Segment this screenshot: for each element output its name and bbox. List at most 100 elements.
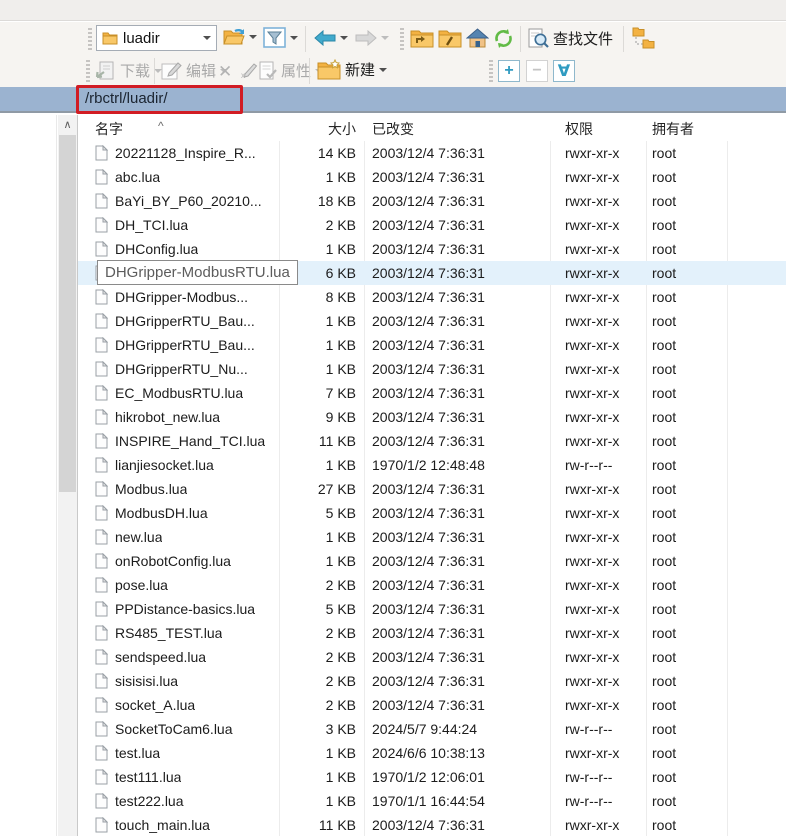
file-row[interactable]: EC_ModbusRTU.lua 7 KB 2003/12/4 7:36:31 …	[78, 381, 786, 405]
chevron-down-icon[interactable]	[290, 36, 298, 40]
select-filter-icon[interactable]: ∀	[553, 60, 575, 82]
file-size: 27 KB	[198, 477, 356, 501]
file-name[interactable]: pose.lua	[115, 573, 168, 597]
file-name[interactable]: test111.lua	[115, 765, 181, 789]
file-changed-date: 2003/12/4 7:36:31	[372, 813, 485, 836]
root-directory-button[interactable]	[438, 29, 462, 48]
file-row[interactable]: test111.lua 1 KB 1970/1/2 12:06:01 rw-r-…	[78, 765, 786, 789]
remote-path-combobox-value[interactable]: luadir	[123, 30, 203, 47]
chevron-down-icon[interactable]	[203, 36, 211, 40]
file-row[interactable]: ModbusDH.lua 5 KB 2003/12/4 7:36:31 rwxr…	[78, 501, 786, 525]
add-bookmark-button[interactable]: +	[498, 60, 520, 82]
file-name[interactable]: new.lua	[115, 525, 162, 549]
delete-x-icon: ✕	[218, 62, 232, 82]
file-size: 14 KB	[198, 141, 356, 165]
file-row[interactable]: sisisisi.lua 2 KB 2003/12/4 7:36:31 rwxr…	[78, 669, 786, 693]
file-row[interactable]: DH_TCI.lua 2 KB 2003/12/4 7:36:31 rwxr-x…	[78, 213, 786, 237]
toolbar-grip[interactable]	[489, 60, 493, 82]
file-name[interactable]: DH_TCI.lua	[115, 213, 188, 237]
select-filter-button[interactable]: ∀	[553, 60, 575, 82]
back-button[interactable]	[314, 30, 348, 46]
column-header-owner[interactable]: 拥有者	[652, 119, 694, 139]
open-directory-button[interactable]	[223, 28, 257, 46]
file-row[interactable]: 20221128_Inspire_R... 14 KB 2003/12/4 7:…	[78, 141, 786, 165]
filter-button[interactable]	[263, 27, 298, 48]
file-changed-date: 2003/12/4 7:36:31	[372, 693, 485, 717]
file-row[interactable]: hikrobot_new.lua 9 KB 2003/12/4 7:36:31 …	[78, 405, 786, 429]
file-permissions: rwxr-xr-x	[565, 237, 619, 261]
file-name[interactable]: test222.lua	[115, 789, 184, 813]
file-row[interactable]: pose.lua 2 KB 2003/12/4 7:36:31 rwxr-xr-…	[78, 573, 786, 597]
chevron-down-icon[interactable]	[249, 35, 257, 39]
file-size: 18 KB	[198, 189, 356, 213]
new-label[interactable]: 新建	[345, 59, 375, 80]
column-header-changed[interactable]: 已改变	[372, 119, 414, 139]
minus-icon: −	[526, 60, 548, 82]
file-row[interactable]: DHGripper-Modbus... 8 KB 2003/12/4 7:36:…	[78, 285, 786, 309]
file-actions-toolbar: 下载 编辑 ✕ x 属性	[0, 55, 786, 87]
file-icon	[95, 457, 108, 473]
scrollbar-thumb[interactable]	[59, 135, 76, 492]
file-name[interactable]: touch_main.lua	[115, 813, 210, 836]
file-size: 5 KB	[198, 597, 356, 621]
file-row[interactable]: DHConfig.lua 1 KB 2003/12/4 7:36:31 rwxr…	[78, 237, 786, 261]
parent-directory-button[interactable]	[410, 29, 434, 48]
file-name[interactable]: sendspeed.lua	[115, 645, 206, 669]
refresh-button[interactable]	[493, 28, 514, 49]
file-changed-date: 2003/12/4 7:36:31	[372, 669, 485, 693]
svg-text:x: x	[241, 71, 245, 79]
file-name[interactable]: socket_A.lua	[115, 693, 195, 717]
file-row[interactable]: socket_A.lua 2 KB 2003/12/4 7:36:31 rwxr…	[78, 693, 786, 717]
file-icon	[95, 337, 108, 353]
file-row[interactable]: RS485_TEST.lua 2 KB 2003/12/4 7:36:31 rw…	[78, 621, 786, 645]
file-row[interactable]: Modbus.lua 27 KB 2003/12/4 7:36:31 rwxr-…	[78, 477, 786, 501]
chevron-down-icon[interactable]	[340, 36, 348, 40]
file-icon	[95, 793, 108, 809]
file-row[interactable]: BaYi_BY_P60_20210... 18 KB 2003/12/4 7:3…	[78, 189, 786, 213]
new-button[interactable]: 新建	[317, 59, 387, 80]
file-row[interactable]: new.lua 1 KB 2003/12/4 7:36:31 rwxr-xr-x…	[78, 525, 786, 549]
file-row[interactable]: test222.lua 1 KB 1970/1/1 16:44:54 rw-r-…	[78, 789, 786, 813]
column-header-rights[interactable]: 权限	[565, 119, 593, 139]
file-row[interactable]: SocketToCam6.lua 3 KB 2024/5/7 9:44:24 r…	[78, 717, 786, 741]
file-row[interactable]: touch_main.lua 11 KB 2003/12/4 7:36:31 r…	[78, 813, 786, 836]
file-row[interactable]: test.lua 1 KB 2024/6/6 10:38:13 rwxr-xr-…	[78, 741, 786, 765]
toolbar-grip[interactable]	[88, 28, 92, 50]
file-permissions: rwxr-xr-x	[565, 549, 619, 573]
file-row[interactable]: INSPIRE_Hand_TCI.lua 11 KB 2003/12/4 7:3…	[78, 429, 786, 453]
file-row[interactable]: DHGripperRTU_Nu... 1 KB 2003/12/4 7:36:3…	[78, 357, 786, 381]
file-name[interactable]: Modbus.lua	[115, 477, 187, 501]
file-row[interactable]: DHGripperRTU_Bau... 1 KB 2003/12/4 7:36:…	[78, 309, 786, 333]
rename-icon: x	[240, 61, 258, 79]
window-top-strip	[0, 0, 786, 21]
file-changed-date: 1970/1/2 12:48:48	[372, 453, 485, 477]
file-row[interactable]: onRobotConfig.lua 1 KB 2003/12/4 7:36:31…	[78, 549, 786, 573]
file-row[interactable]: abc.lua 1 KB 2003/12/4 7:36:31 rwxr-xr-x…	[78, 165, 786, 189]
find-files-button[interactable]: 查找文件	[528, 28, 613, 49]
scroll-up-icon[interactable]: ∧	[58, 115, 77, 133]
file-name[interactable]: abc.lua	[115, 165, 160, 189]
column-header-name[interactable]: 名字	[95, 119, 123, 139]
home-directory-button[interactable]	[466, 28, 489, 48]
file-changed-date: 2003/12/4 7:36:31	[372, 261, 485, 285]
file-row[interactable]: sendspeed.lua 2 KB 2003/12/4 7:36:31 rwx…	[78, 645, 786, 669]
find-files-label[interactable]: 查找文件	[553, 28, 613, 49]
plus-icon[interactable]: +	[498, 60, 520, 82]
file-changed-date: 2003/12/4 7:36:31	[372, 141, 485, 165]
file-name[interactable]: ModbusDH.lua	[115, 501, 208, 525]
vertical-scrollbar[interactable]: ∧	[58, 115, 77, 836]
file-size: 2 KB	[198, 669, 356, 693]
directory-tree-button[interactable]	[632, 27, 655, 49]
file-name[interactable]: sisisisi.lua	[115, 669, 178, 693]
file-row[interactable]: DHGripperRTU_Bau... 1 KB 2003/12/4 7:36:…	[78, 333, 786, 357]
file-name[interactable]: DHConfig.lua	[115, 237, 198, 261]
chevron-down-icon[interactable]	[379, 68, 387, 72]
forward-button[interactable]	[355, 30, 389, 46]
file-row[interactable]: lianjiesocket.lua 1 KB 1970/1/2 12:48:48…	[78, 453, 786, 477]
toolbar-grip[interactable]	[86, 60, 90, 82]
column-header-size[interactable]: 大小	[198, 119, 356, 139]
file-row[interactable]: PPDistance-basics.lua 5 KB 2003/12/4 7:3…	[78, 597, 786, 621]
toolbar-grip[interactable]	[400, 28, 404, 50]
remote-path-combobox[interactable]: luadir	[96, 25, 217, 51]
file-name[interactable]: test.lua	[115, 741, 160, 765]
